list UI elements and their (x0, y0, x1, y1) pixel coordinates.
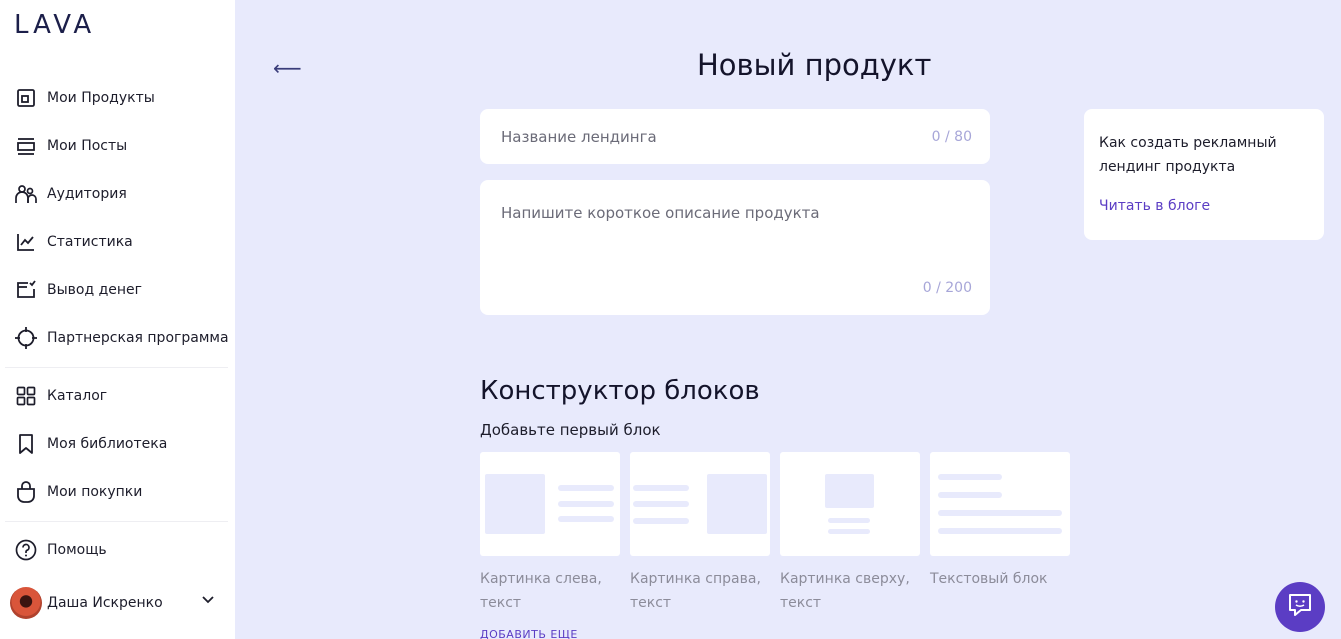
avatar (10, 587, 42, 619)
block-image-placeholder (707, 474, 767, 534)
sidebar-item-label: Моя библиотека (47, 436, 168, 452)
sidebar: LAVA Мои Продукты Мои Посты Аудитория Ст… (0, 0, 235, 639)
tip-card: Как создать рекламный лендинг продукта Ч… (1084, 109, 1324, 240)
constructor-subtitle: Добавьте первый блок (480, 421, 661, 439)
sidebar-item-label: Партнерская программа (47, 330, 229, 346)
back-arrow-icon[interactable]: ⟵ (273, 56, 302, 80)
chevron-down-icon[interactable] (200, 592, 216, 612)
lava-logo[interactable]: LAVA (14, 10, 95, 40)
sidebar-item-catalog[interactable]: Каталог (14, 378, 229, 414)
sidebar-item-partner[interactable]: Партнерская программа (14, 320, 229, 356)
posts-icon (14, 134, 38, 158)
shopping-bag-icon (14, 480, 38, 504)
block-image-placeholder (485, 474, 545, 534)
sidebar-item-products[interactable]: Мои Продукты (14, 80, 229, 116)
withdraw-icon (14, 278, 38, 302)
block-text-line (938, 474, 1002, 480)
description-placeholder: Напишите короткое описание продукта (501, 204, 820, 222)
block-image-placeholder (825, 474, 874, 508)
block-text-line (633, 518, 689, 524)
block-caption: Картинка слева, текст (480, 571, 602, 611)
add-more-link[interactable]: ДОБАВИТЬ ЕЩЕ (480, 628, 578, 639)
constructor-title: Конструктор блоков (480, 376, 760, 406)
products-icon (14, 86, 38, 110)
block-text-line (938, 528, 1062, 534)
sidebar-item-label: Каталог (47, 388, 108, 404)
bookmark-icon (14, 432, 38, 456)
description-counter: 0 / 200 (922, 280, 972, 296)
block-caption: Картинка сверху, текст (780, 571, 910, 611)
audience-icon (14, 182, 38, 206)
sidebar-item-statistics[interactable]: Статистика (14, 224, 229, 260)
landing-name-placeholder: Название лендинга (501, 128, 657, 146)
sidebar-item-label: Мои Посты (47, 138, 128, 154)
block-text-line (633, 501, 689, 507)
block-image-left[interactable] (480, 452, 620, 556)
block-text-line (938, 510, 1062, 516)
statistics-icon (14, 230, 38, 254)
user-name: Даша Искренко (47, 595, 163, 611)
chat-icon (1287, 592, 1313, 622)
read-blog-link[interactable]: Читать в блоге (1099, 198, 1210, 214)
block-text-line (633, 485, 689, 491)
landing-name-counter: 0 / 80 (931, 129, 972, 145)
block-image-top[interactable] (780, 452, 920, 556)
sidebar-item-label: Статистика (47, 234, 133, 250)
block-caption: Картинка справа, текст (630, 571, 761, 611)
block-text-line (828, 529, 870, 534)
sidebar-item-purchases[interactable]: Мои покупки (14, 474, 229, 510)
partner-icon (14, 326, 38, 350)
block-text-line (558, 485, 614, 491)
sidebar-item-label: Мои Продукты (47, 90, 155, 106)
sidebar-item-label: Помощь (47, 542, 107, 558)
block-caption: Текстовый блок (930, 571, 1048, 587)
sidebar-item-posts[interactable]: Мои Посты (14, 128, 229, 164)
user-menu[interactable]: Даша Искренко (10, 586, 220, 620)
sidebar-item-label: Аудитория (47, 186, 127, 202)
sidebar-item-library[interactable]: Моя библиотека (14, 426, 229, 462)
description-textarea[interactable]: Напишите короткое описание продукта 0 / … (480, 180, 990, 315)
block-text-line (828, 518, 870, 523)
sidebar-divider (5, 521, 228, 522)
catalog-icon (14, 384, 38, 408)
sidebar-item-label: Вывод денег (47, 282, 143, 298)
chat-support-button[interactable] (1275, 582, 1325, 632)
block-text[interactable] (930, 452, 1070, 556)
block-text-line (558, 516, 614, 522)
help-icon (14, 538, 38, 562)
block-text-line (938, 492, 1002, 498)
block-image-right[interactable] (630, 452, 770, 556)
sidebar-item-withdraw[interactable]: Вывод денег (14, 272, 229, 308)
sidebar-item-label: Мои покупки (47, 484, 143, 500)
sidebar-divider (5, 367, 228, 368)
page-title: Новый продукт (697, 48, 932, 82)
block-text-line (558, 501, 614, 507)
sidebar-item-help[interactable]: Помощь (14, 532, 229, 568)
tip-text: Как создать рекламный лендинг продукта (1099, 135, 1277, 175)
sidebar-item-audience[interactable]: Аудитория (14, 176, 229, 212)
landing-name-input[interactable]: Название лендинга 0 / 80 (480, 109, 990, 164)
